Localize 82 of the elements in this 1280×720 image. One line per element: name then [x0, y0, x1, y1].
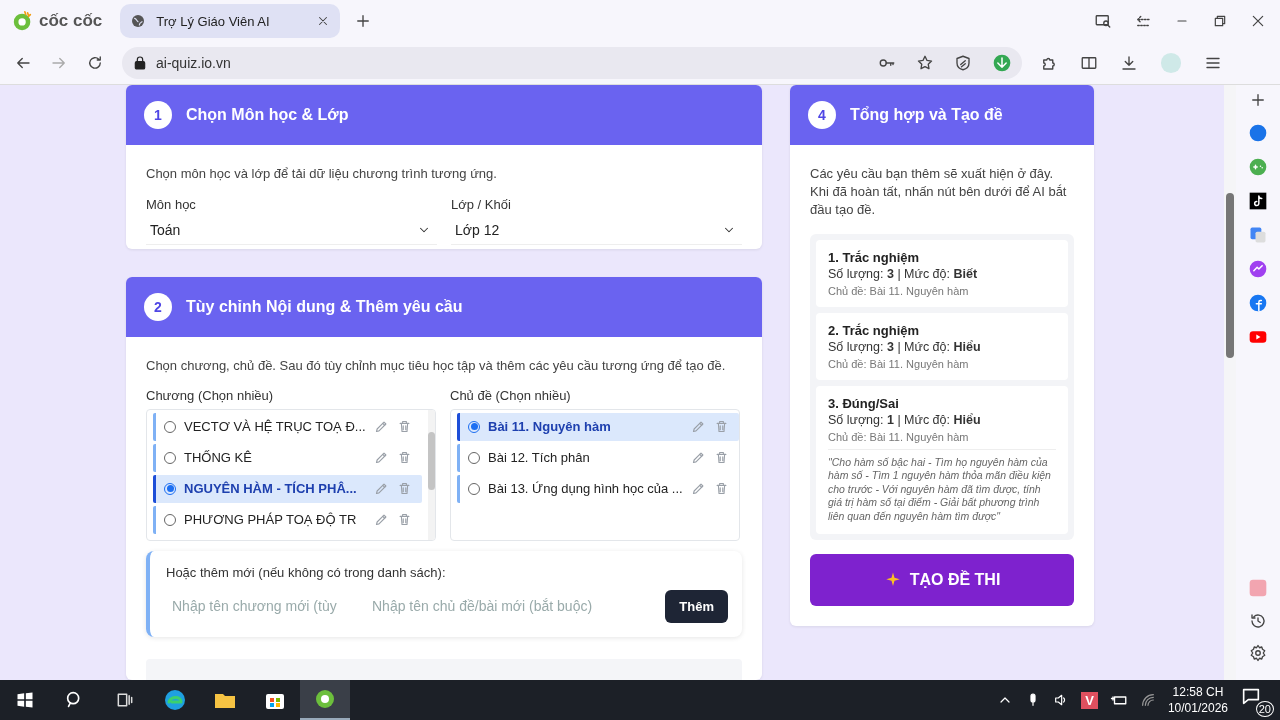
task-view-icon[interactable] [115, 690, 135, 710]
item-name: VECTƠ VÀ HỆ TRỤC TOẠ Đ... [184, 419, 366, 435]
list-item[interactable]: Bài 12. Tích phân [457, 443, 739, 472]
windows-icon[interactable] [15, 690, 35, 710]
item-name: Bài 11. Nguyên hàm [488, 419, 612, 435]
field-label: Môn học [146, 197, 197, 213]
request-title: 2. Trắc nghiệm [828, 322, 921, 338]
browser-tab[interactable]: Trợ Lý Giáo Viên AI [120, 4, 341, 38]
create-exam-button[interactable]: TẠO ĐỀ THI [810, 553, 1074, 606]
item-name: Bài 13. Ứng dụng hình học của ... [488, 481, 683, 497]
request-summary: Số lượng: 3 | Mức độ: Hiểu [828, 339, 982, 354]
list-item[interactable]: PHƯƠNG PHÁP TOẠ ĐỘ TR [153, 505, 422, 534]
item-name: NGUYÊN HÀM - TÍCH PHÂ... [184, 481, 358, 497]
list-label: Chương (Chọn nhiều) [146, 387, 275, 403]
gamepad-icon[interactable] [1248, 157, 1268, 177]
clock-date[interactable]: 10/01/2026 [1167, 700, 1228, 717]
facebook-icon[interactable] [1248, 293, 1268, 313]
select-field[interactable]: Lớp 12 [451, 218, 742, 246]
request-topic: Chủ đề: Bài 11. Nguyên hàm [828, 430, 970, 443]
pencil-icon[interactable] [373, 419, 389, 435]
download-badge-icon[interactable] [992, 53, 1012, 73]
clock-time[interactable]: 12:58 CH [1172, 683, 1224, 700]
request-title: 1. Trắc nghiệm [828, 249, 921, 265]
list-item[interactable]: Bài 13. Ứng dụng hình học của ... [457, 474, 739, 503]
card-description: Chọn môn học và lớp để tải dữ liệu chương trình tương ứng. [146, 165, 498, 183]
card-title: Tùy chỉnh Nội dung & Thêm yêu cầu [186, 298, 463, 317]
request-note: "Cho hàm số bậc hai - Tìm họ nguyên hàm của hàm số - Tìm 1 nguyên hàm thỏa mãn điều kiện cho trước - Với nguyên hàm đã tìm được, tính giá trị hàm số tại điểm - Giải bất phương trình liên quan đến nguyên hàm tìm được" [828, 448, 1056, 524]
reload-icon[interactable] [86, 54, 104, 72]
tray-app-badge[interactable]: V [1081, 691, 1098, 709]
history-icon[interactable] [1249, 612, 1267, 630]
lock-icon [132, 55, 148, 71]
tiktok-icon[interactable] [1248, 191, 1268, 211]
step-number: 1 [144, 101, 172, 129]
screen-search-icon[interactable] [1094, 12, 1112, 30]
topic-input[interactable]: Nhập tên chủ đề/bài mới (bắt buộc) [366, 592, 656, 621]
shield-icon[interactable] [954, 54, 972, 72]
step-number: 4 [808, 101, 836, 129]
coccoc-logo-icon [12, 10, 34, 32]
address-bar[interactable]: ai-quiz.io.vn [122, 47, 1022, 79]
list-item[interactable]: Bài 11. Nguyên hàm [457, 412, 739, 441]
browser-brand: cốc cốc [39, 11, 103, 31]
item-name: THỐNG KÊ [184, 450, 253, 466]
scrollbar-thumb[interactable] [427, 431, 435, 490]
item-name: PHƯƠNG PHÁP TOẠ ĐỘ TR [184, 512, 358, 528]
select-field[interactable]: Toán [146, 218, 437, 246]
split-screen-icon[interactable] [1080, 54, 1098, 72]
plus-icon[interactable] [1249, 91, 1267, 109]
pencil-icon[interactable] [373, 512, 389, 528]
pencil-icon[interactable] [690, 481, 706, 497]
list-item[interactable]: NGUYÊN HÀM - TÍCH PHÂ... [153, 474, 422, 503]
star-icon[interactable] [916, 54, 934, 72]
settings-icon[interactable] [1249, 644, 1267, 662]
card-description: Các yêu cầu bạn thêm sẽ xuất hiện ở đây. Khi đã hoàn tất, nhấn nút bên dưới để AI bắt đầu tạo đề. [810, 165, 1068, 220]
translate-icon[interactable] [1248, 225, 1268, 245]
item-name: Bài 12. Tích phân [488, 450, 591, 466]
add-new-label: Hoặc thêm mới (nếu không có trong danh sách): [166, 564, 447, 580]
request-summary: Số lượng: 1 | Mức độ: Hiểu [828, 412, 982, 427]
field-label: Lớp / Khối [451, 197, 512, 213]
pencil-icon[interactable] [690, 450, 706, 466]
wifi-icon[interactable] [1139, 692, 1156, 708]
request-title: 3. Đúng/Sai [828, 395, 900, 411]
chapter-input[interactable]: Nhập tên chương mới (tùy [166, 592, 356, 621]
close-icon[interactable] [1250, 13, 1266, 29]
request-topic: Chủ đề: Bài 11. Nguyên hàm [828, 284, 970, 297]
request-summary: Số lượng: 3 | Mức độ: Biết [828, 266, 979, 281]
messenger-icon[interactable] [1248, 259, 1268, 279]
globe-icon [130, 13, 147, 29]
download-icon[interactable] [1120, 54, 1138, 72]
coccoc-icon[interactable] [313, 687, 337, 711]
card-title: Chọn Môn học & Lớp [186, 106, 349, 124]
add-button[interactable]: Thêm [665, 589, 728, 623]
list-item[interactable]: THỐNG KÊ [153, 443, 422, 472]
edge-icon[interactable] [163, 688, 187, 712]
list-item[interactable]: VECTƠ VÀ HỆ TRỤC TOẠ Đ... [153, 412, 422, 441]
step-number: 2 [144, 293, 172, 322]
card-title: Tổng hợp và Tạo đề [850, 106, 1003, 124]
request-topic: Chủ đề: Bài 11. Nguyên hàm [828, 357, 970, 370]
restore-icon[interactable] [1212, 13, 1228, 29]
pencil-icon[interactable] [373, 450, 389, 466]
card-description: Chọn chương, chủ đề. Sau đó tùy chỉnh mục tiêu học tập và thêm các yêu cầu tương ứng để tạo đề. [146, 357, 727, 376]
list-label: Chủ đề (Chọn nhiều) [450, 387, 572, 403]
scrollbar-thumb[interactable] [1226, 193, 1234, 358]
